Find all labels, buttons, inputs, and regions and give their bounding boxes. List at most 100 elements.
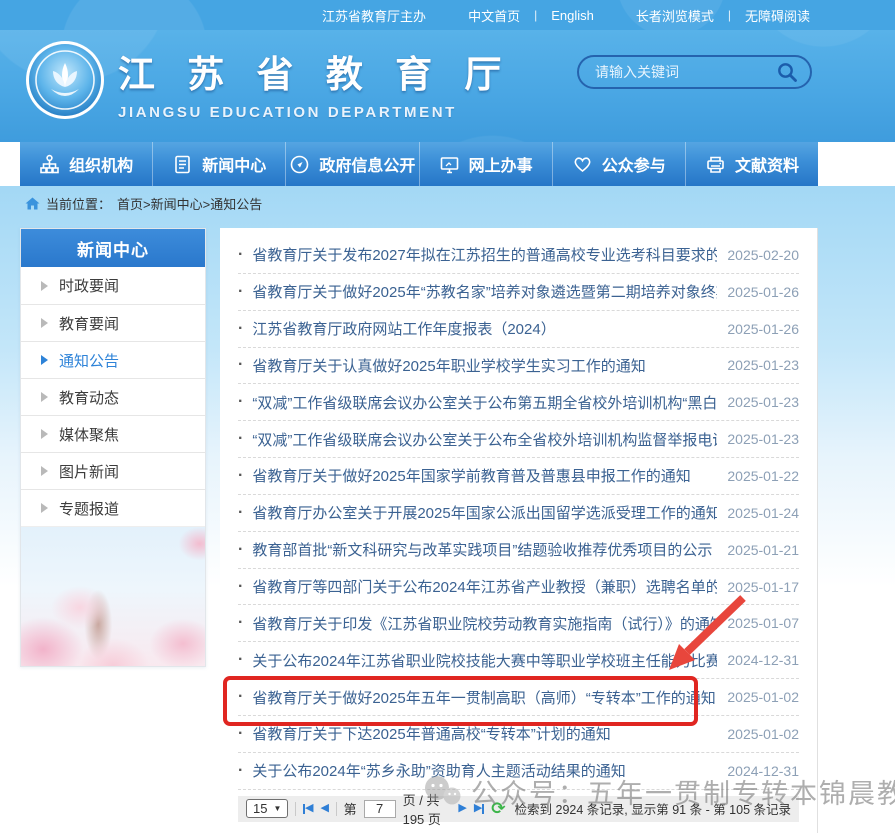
divider — [295, 802, 296, 816]
triangle-bullet-icon — [41, 466, 48, 476]
bullet-dot: · — [238, 356, 243, 374]
notice-row: · 教育部首批“新文科研究与改革实践项目”结题验收推荐优秀项目的公示 2025-… — [238, 532, 799, 569]
link-host-org[interactable]: 江苏省教育厅主办 — [322, 6, 426, 25]
sidebar-title: 新闻中心 — [21, 229, 205, 267]
bullet-dot: · — [238, 320, 243, 338]
sidebar-item[interactable]: 专题报道 — [21, 489, 205, 526]
link-elder-mode[interactable]: 长者浏览模式 — [636, 6, 714, 25]
search-input[interactable] — [595, 64, 776, 80]
notice-row: · 省教育厅关于下达2025年普通高校“专转本”计划的通知 2025-01-02 — [238, 716, 799, 753]
notice-title-link[interactable]: 省教育厅关于做好2025年国家学前教育普及普惠县申报工作的通知 — [252, 465, 717, 486]
sidebar-item-label: 教育动态 — [59, 387, 119, 408]
triangle-bullet-icon — [41, 355, 48, 365]
nav-item-public-participation[interactable]: 公众参与 — [552, 142, 685, 186]
notice-title-link[interactable]: 关于公布2024年江苏省职业院校技能大赛中等职业学校班主任能力比赛获奖 — [252, 650, 717, 671]
notice-row: · 省教育厅办公室关于开展2025年国家公派出国留学选派受理工作的通知 2025… — [238, 495, 799, 532]
info-circle-icon — [289, 154, 310, 175]
search-icon[interactable] — [776, 61, 798, 83]
notice-row: · 省教育厅关于发布2027年拟在江苏招生的普通高校专业选考科目要求的公告 20… — [238, 237, 799, 274]
divider: | — [728, 8, 731, 22]
page-number-input[interactable] — [364, 800, 396, 818]
sidebar-item-label: 专题报道 — [59, 498, 119, 519]
sidebar-item[interactable]: 时政要闻 — [21, 267, 205, 304]
bullet-dot: · — [238, 541, 243, 559]
link-accessibility[interactable]: 无障碍阅读 — [745, 6, 810, 25]
notice-title-link[interactable]: 省教育厅关于下达2025年普通高校“专转本”计划的通知 — [252, 723, 717, 744]
nav-label: 网上办事 — [469, 152, 533, 176]
site-banner: 江 苏 省 教 育 厅 JIANGSU EDUCATION DEPARTMENT — [0, 30, 895, 142]
prev-page-button[interactable]: ◀ — [320, 803, 328, 814]
breadcrumb-path[interactable]: 首页>新闻中心>通知公告 — [117, 194, 262, 213]
notice-row: · 省教育厅关于做好2025年国家学前教育普及普惠县申报工作的通知 2025-0… — [238, 458, 799, 495]
notice-date: 2024-12-31 — [727, 652, 799, 668]
bullet-dot: · — [238, 651, 243, 669]
bullet-dot: · — [238, 467, 243, 485]
nav-label: 政府信息公开 — [319, 152, 415, 176]
nav-item-documents[interactable]: 文献资料 — [685, 142, 818, 186]
notice-date: 2025-01-02 — [727, 726, 799, 742]
page-label-total: 页 / 共 195 页 — [403, 790, 452, 828]
notice-title-link[interactable]: 关于公布2024年“苏乡永助”资助育人主题活动结果的通知 — [252, 760, 717, 781]
notice-title-link[interactable]: “双减”工作省级联席会议办公室关于公布第五期全省校外培训机构“黑白名单... — [252, 392, 717, 413]
news-doc-icon — [172, 154, 193, 175]
department-logo-icon — [24, 39, 106, 121]
link-chinese-home[interactable]: 中文首页 — [468, 6, 520, 25]
triangle-bullet-icon — [41, 503, 48, 513]
bullet-dot: · — [238, 688, 243, 706]
heart-icon — [572, 154, 593, 175]
nav-item-news-center[interactable]: 新闻中心 — [152, 142, 285, 186]
notice-date: 2025-01-26 — [727, 321, 799, 337]
nav-item-online-services[interactable]: 网上办事 — [419, 142, 552, 186]
last-page-button[interactable]: ▶ — [474, 803, 484, 814]
next-page-button[interactable]: ▶ — [458, 803, 466, 814]
sidebar-item[interactable]: 通知公告 — [21, 341, 205, 378]
pagination-bar: 15 ▼ ◀ ◀ 第 页 / 共 195 页 ▶ ▶ ⟳ 检索到 2924 条记… — [238, 796, 799, 822]
notice-list-panel: · 省教育厅关于发布2027年拟在江苏招生的普通高校专业选考科目要求的公告 20… — [220, 228, 818, 833]
sidebar-menu: 时政要闻 教育要闻 通知公告 教育动态 — [21, 267, 205, 526]
bullet-dot: · — [238, 725, 243, 743]
bullet-dot: · — [238, 430, 243, 448]
notice-title-link[interactable]: “双减”工作省级联席会议办公室关于公布全省校外培训机构监督举报电话的公... — [252, 429, 717, 450]
first-page-button[interactable]: ◀ — [303, 803, 313, 814]
triangle-bullet-icon — [41, 318, 48, 328]
notice-date: 2025-02-20 — [727, 247, 799, 263]
triangle-bullet-icon — [41, 281, 48, 291]
sidebar-item[interactable]: 教育要闻 — [21, 304, 205, 341]
records-summary: 检索到 2924 条记录, 显示第 91 条 - 第 105 条记录 — [515, 799, 791, 818]
notice-title-link[interactable]: 省教育厅关于做好2025年五年一贯制高职（高师）“专转本”工作的通知 — [252, 687, 717, 708]
sidebar-item[interactable]: 图片新闻 — [21, 452, 205, 489]
notice-row: · 省教育厅等四部门关于公布2024年江苏省产业教授（兼职）选聘名单的通知 20… — [238, 569, 799, 606]
chevron-down-icon: ▼ — [273, 804, 281, 813]
notice-date: 2025-01-22 — [727, 468, 799, 484]
bullet-dot: · — [238, 578, 243, 596]
notice-date: 2025-01-23 — [727, 431, 799, 447]
nav-item-organization[interactable]: 组织机构 — [20, 142, 152, 186]
notice-date: 2025-01-23 — [727, 357, 799, 373]
notice-title-link[interactable]: 省教育厅关于做好2025年“苏教名家”培养对象遴选暨第二期培养对象终期... — [252, 281, 717, 302]
notice-title-link[interactable]: 江苏省教育厅政府网站工作年度报表（2024） — [252, 318, 717, 339]
notice-title-link[interactable]: 省教育厅办公室关于开展2025年国家公派出国留学选派受理工作的通知 — [252, 502, 717, 523]
bullet-dot: · — [238, 393, 243, 411]
sidebar-item[interactable]: 教育动态 — [21, 378, 205, 415]
sidebar-item[interactable]: 媒体聚焦 — [21, 415, 205, 452]
notice-title-link[interactable]: 教育部首批“新文科研究与改革实践项目”结题验收推荐优秀项目的公示 — [252, 539, 717, 560]
divider: | — [534, 8, 537, 22]
link-english[interactable]: English — [551, 8, 594, 23]
nav-label: 组织机构 — [69, 152, 133, 176]
bullet-dot: · — [238, 762, 243, 780]
nav-item-gov-info[interactable]: 政府信息公开 — [285, 142, 418, 186]
monitor-icon — [439, 154, 460, 175]
sidebar-item-label: 媒体聚焦 — [59, 424, 119, 445]
sidebar-item-label: 教育要闻 — [59, 313, 119, 334]
notice-title-link[interactable]: 省教育厅关于认真做好2025年职业学校学生实习工作的通知 — [252, 355, 717, 376]
breadcrumb-prefix: 当前位置： — [46, 194, 111, 213]
brand-block: 江 苏 省 教 育 厅 JIANGSU EDUCATION DEPARTMENT — [118, 44, 512, 121]
notice-date: 2024-12-31 — [727, 763, 799, 779]
refresh-icon[interactable]: ⟳ — [491, 800, 505, 817]
notice-title-link[interactable]: 省教育厅关于印发《江苏省职业院校劳动教育实施指南（试行）》的通知 — [252, 613, 717, 634]
notice-row: · 江苏省教育厅政府网站工作年度报表（2024） 2025-01-26 — [238, 311, 799, 348]
notice-title-link[interactable]: 省教育厅等四部门关于公布2024年江苏省产业教授（兼职）选聘名单的通知 — [252, 576, 717, 597]
top-utility-bar: 江苏省教育厅主办 中文首页 | English 长者浏览模式 | 无障碍阅读 — [0, 0, 895, 30]
notice-title-link[interactable]: 省教育厅关于发布2027年拟在江苏招生的普通高校专业选考科目要求的公告 — [252, 244, 717, 265]
page-size-select[interactable]: 15 ▼ — [246, 799, 288, 818]
